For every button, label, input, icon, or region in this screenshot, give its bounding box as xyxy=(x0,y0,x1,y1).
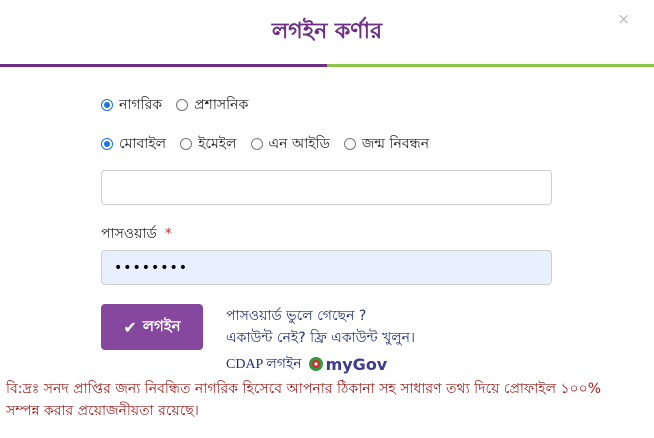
login-button[interactable]: ✔ লগইন xyxy=(101,304,203,350)
profile-notice: বি:দ্রঃ সনদ প্রাপ্তির জন্য নিবন্ধিত নাগর… xyxy=(6,381,602,419)
radio-email-label: ইমেইল xyxy=(198,136,237,152)
radio-email-indicator[interactable] xyxy=(180,138,193,150)
header-divider-purple xyxy=(0,64,327,67)
mygov-logo-text: myGov xyxy=(325,354,388,374)
create-account-link[interactable]: একাউন্ট নেই? ফ্রি একাউন্ট খুলুন। xyxy=(226,326,415,350)
radio-citizen-indicator[interactable] xyxy=(101,99,113,111)
password-input[interactable] xyxy=(101,250,552,285)
radio-administrative-indicator[interactable] xyxy=(176,99,189,111)
header-divider-green xyxy=(327,64,654,67)
radio-birth-registration[interactable]: জন্ম নিবন্ধন xyxy=(343,132,430,156)
identifier-input[interactable] xyxy=(101,170,552,205)
mygov-emblem-icon xyxy=(308,357,323,371)
cdap-login-label: CDAP লগইন xyxy=(226,357,302,372)
forgot-password-link[interactable]: পাসওয়ার্ড ভুলে গেছেন ? xyxy=(226,304,366,328)
radio-mobile[interactable]: মোবাইল xyxy=(101,132,166,156)
radio-birth-registration-label: জন্ম নিবন্ধন xyxy=(361,136,430,152)
radio-nid-indicator[interactable] xyxy=(250,138,263,150)
user-type-group: নাগরিক প্রশাসনিক xyxy=(101,93,262,117)
radio-mobile-indicator[interactable] xyxy=(101,138,113,150)
radio-citizen[interactable]: নাগরিক xyxy=(101,93,162,117)
cdap-login-link[interactable]: CDAP লগইন myGov xyxy=(226,352,387,376)
radio-email[interactable]: ইমেইল xyxy=(180,132,237,156)
radio-nid-label: এন আইডি xyxy=(268,136,330,152)
mygov-logo: myGov xyxy=(308,354,388,374)
radio-nid[interactable]: এন আইডি xyxy=(250,132,330,156)
check-icon: ✔ xyxy=(123,317,137,337)
dialog-header: লগইন কর্ণার × xyxy=(0,0,654,67)
required-mark: * xyxy=(164,226,172,242)
radio-administrative[interactable]: প্রশাসনিক xyxy=(176,93,248,117)
login-method-group: মোবাইল ইমেইল এন আইডি জন্ম নিবন্ধন xyxy=(101,132,443,156)
login-button-label: লগইন xyxy=(142,316,181,335)
radio-mobile-label: মোবাইল xyxy=(119,136,167,152)
close-button[interactable]: × xyxy=(617,10,630,28)
radio-birth-registration-indicator[interactable] xyxy=(343,138,356,150)
dialog-title: লগইন কর্ণার xyxy=(271,19,383,44)
radio-citizen-label: নাগরিক xyxy=(119,97,163,113)
password-label: পাসওয়ার্ড xyxy=(101,226,157,242)
radio-administrative-label: প্রশাসনিক xyxy=(194,97,249,113)
password-label-row: পাসওয়ার্ড * xyxy=(101,222,172,246)
